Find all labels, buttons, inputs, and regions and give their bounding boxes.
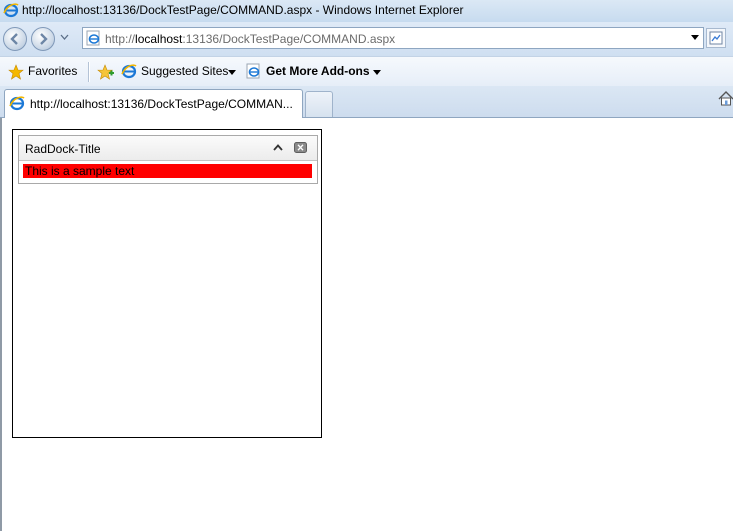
ie-tab-icon — [9, 96, 25, 111]
forward-button[interactable] — [31, 27, 55, 51]
raddock-panel: RadDock-Title This is a sample text — [18, 135, 318, 184]
get-more-addons-button[interactable]: Get More Add-ons — [266, 64, 370, 78]
home-icon[interactable] — [718, 91, 733, 106]
dock-title: RadDock-Title — [25, 142, 101, 156]
star-icon — [8, 64, 24, 80]
compatibility-view-icon — [709, 31, 723, 45]
recent-pages-dropdown-icon[interactable] — [60, 34, 69, 40]
page-content: RadDock-Title This is a sample text — [0, 118, 733, 531]
address-url[interactable]: http://localhost:13136/DockTestPage/COMM… — [105, 32, 395, 46]
address-dropdown-icon[interactable] — [691, 35, 699, 40]
add-favorites-icon[interactable] — [97, 64, 115, 80]
back-button[interactable] — [3, 27, 27, 51]
back-arrow-icon — [10, 33, 18, 45]
close-icon[interactable] — [294, 142, 307, 153]
page-ie-icon — [86, 30, 102, 49]
dock-titlebar[interactable]: RadDock-Title — [19, 136, 317, 161]
suggested-sites-button[interactable]: Suggested Sites — [141, 64, 228, 78]
tab-label: http://localhost:13136/DockTestPage/COMM… — [30, 97, 293, 111]
favorites-separator — [88, 62, 90, 82]
tab-active[interactable]: http://localhost:13136/DockTestPage/COMM… — [4, 89, 303, 118]
suggested-sites-dropdown-icon[interactable] — [228, 70, 236, 75]
favorites-button[interactable]: Favorites — [28, 64, 77, 78]
address-field[interactable]: http://localhost:13136/DockTestPage/COMM… — [82, 27, 704, 49]
url-scheme: http:// — [105, 32, 136, 46]
suggested-sites-icon — [121, 64, 137, 79]
chevron-up-icon[interactable] — [273, 144, 283, 151]
url-host: localhost — [135, 32, 183, 46]
addons-dropdown-icon[interactable] — [373, 70, 381, 75]
navigation-bar: http://localhost:13136/DockTestPage/COMM… — [0, 22, 733, 56]
forward-arrow-icon — [40, 33, 48, 45]
add-ons-icon — [246, 63, 260, 79]
url-path: :13136/DockTestPage/COMMAND.aspx — [182, 32, 396, 46]
new-tab-button[interactable] — [305, 91, 333, 117]
favorites-bar: Favorites Suggested Sites Get More Add-o… — [0, 56, 733, 86]
ie-logo-icon — [3, 2, 19, 21]
window-titlebar: http://localhost:13136/DockTestPage/COMM… — [0, 0, 733, 22]
dock-zone: RadDock-Title This is a sample text — [12, 129, 322, 438]
dock-content-text: This is a sample text — [25, 164, 135, 178]
dock-content: This is a sample text — [23, 164, 312, 178]
tab-strip: http://localhost:13136/DockTestPage/COMM… — [0, 86, 733, 118]
window-title: http://localhost:13136/DockTestPage/COMM… — [22, 3, 464, 17]
compatibility-view-button[interactable] — [706, 28, 726, 48]
